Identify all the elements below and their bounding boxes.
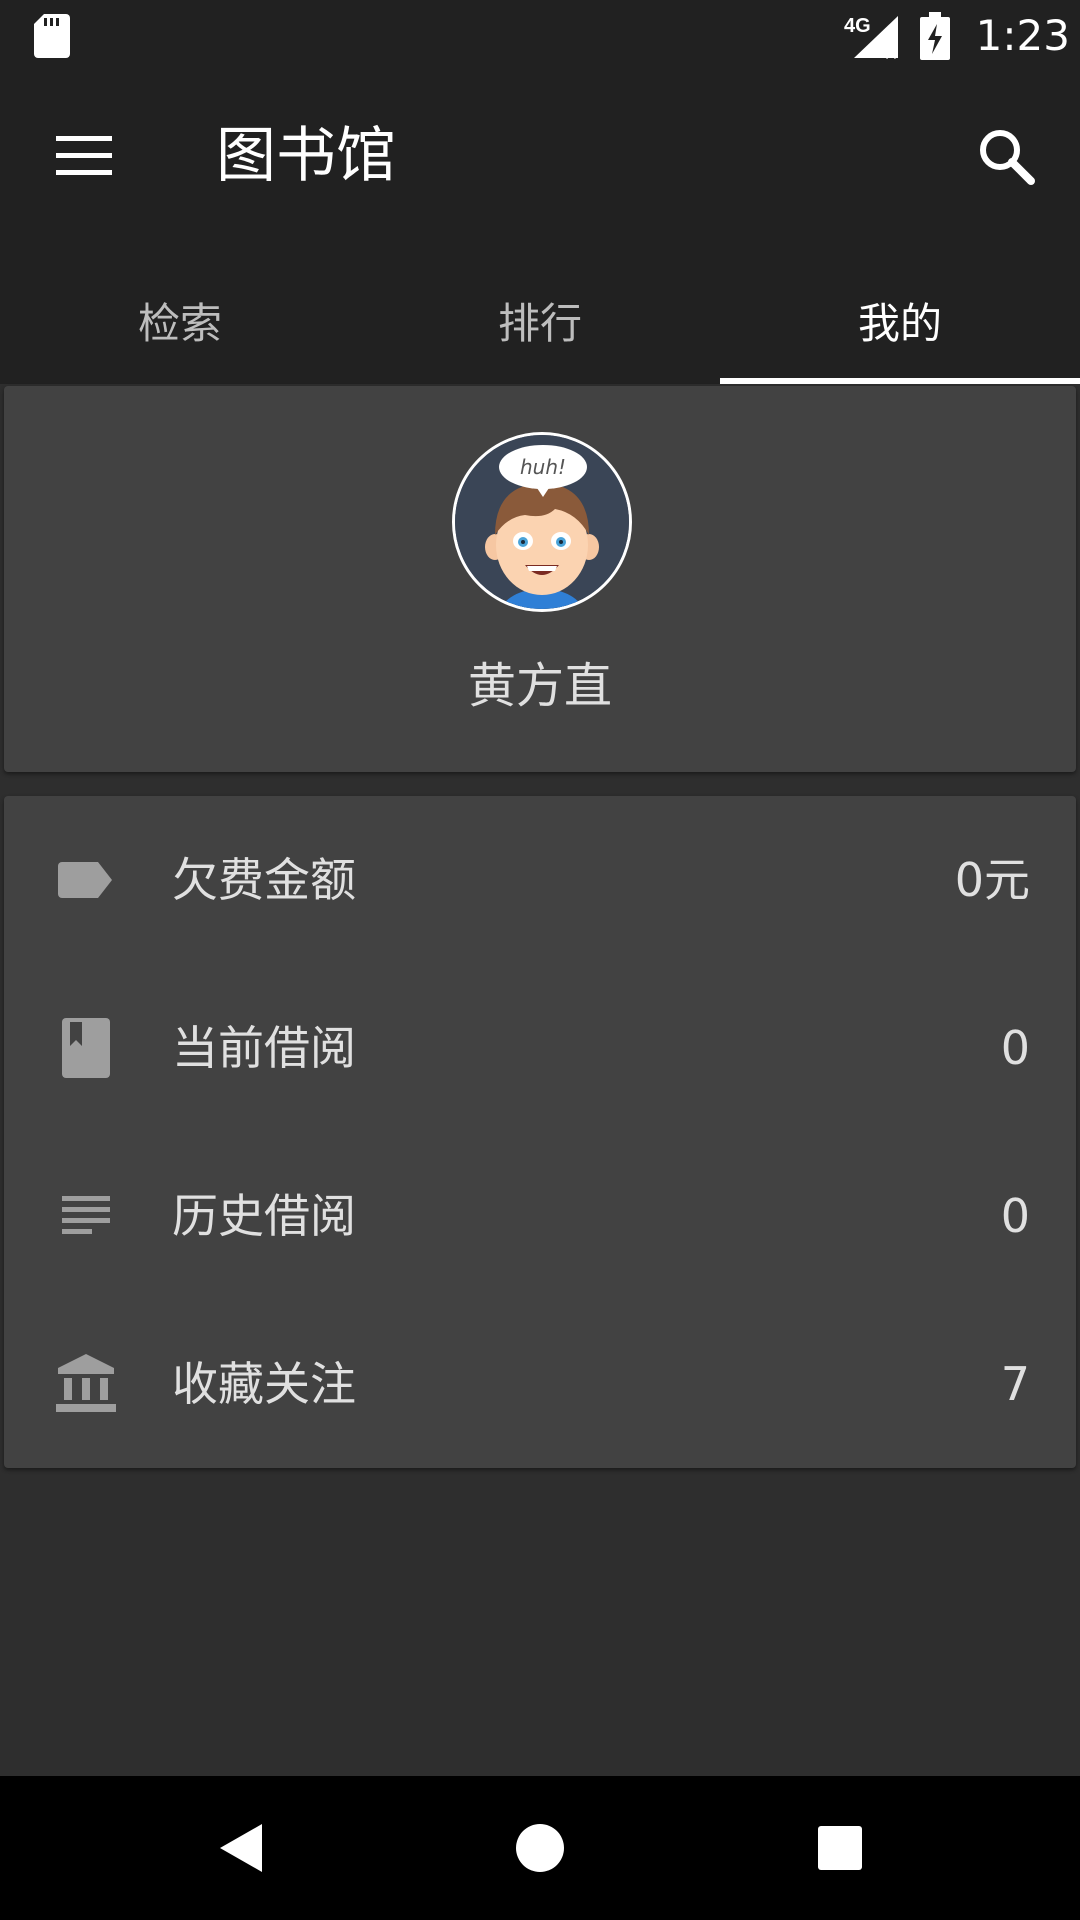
tab-ranking[interactable]: 排行 bbox=[360, 264, 720, 384]
back-icon[interactable] bbox=[210, 1818, 270, 1878]
current-borrow-label: 当前借阅 bbox=[172, 1021, 356, 1075]
signal-icon: 4G bbox=[844, 15, 898, 60]
menu-icon[interactable] bbox=[56, 132, 112, 180]
history-borrow-label: 历史借阅 bbox=[172, 1189, 356, 1243]
favorites-value: 7 bbox=[1000, 1357, 1030, 1411]
avatar-bubble-text: huh! bbox=[520, 455, 566, 479]
sd-card-icon bbox=[34, 14, 70, 58]
tab-search[interactable]: 检索 bbox=[0, 264, 360, 384]
profile-card: huh! 黄方直 bbox=[4, 386, 1076, 772]
system-nav-bar bbox=[0, 1776, 1080, 1920]
status-time: 1:23 bbox=[975, 11, 1070, 60]
history-borrow-value: 0 bbox=[1000, 1189, 1030, 1243]
avatar[interactable]: huh! bbox=[452, 432, 632, 612]
page-title: 图书馆 bbox=[216, 121, 396, 191]
status-bar: 4G 1:23 bbox=[0, 0, 1080, 72]
library-building-icon bbox=[56, 1354, 116, 1412]
network-type: 4G bbox=[844, 15, 871, 37]
book-bookmark-icon bbox=[62, 1018, 110, 1078]
current-borrow-value: 0 bbox=[1000, 1021, 1030, 1075]
stats-card: 欠费金额 0元 当前借阅 0 历史借阅 0 收藏关注 7 bbox=[4, 796, 1076, 1468]
tab-mine[interactable]: 我的 bbox=[720, 264, 1080, 384]
list-item-fees[interactable]: 欠费金额 0元 bbox=[4, 796, 1076, 964]
tab-bar: 检索 排行 我的 bbox=[0, 264, 1080, 384]
list-item-current-borrow[interactable]: 当前借阅 0 bbox=[4, 964, 1076, 1132]
label-tag-icon bbox=[58, 862, 112, 898]
list-item-history-borrow[interactable]: 历史借阅 0 bbox=[4, 1132, 1076, 1300]
user-name: 黄方直 bbox=[467, 658, 612, 714]
battery-charging-icon bbox=[920, 12, 950, 60]
search-icon[interactable] bbox=[976, 126, 1036, 186]
favorites-label: 收藏关注 bbox=[172, 1357, 356, 1411]
app-bar: 图书馆 检索 排行 我的 bbox=[0, 72, 1080, 384]
fees-label: 欠费金额 bbox=[172, 853, 356, 907]
fees-value: 0元 bbox=[954, 853, 1030, 907]
home-icon[interactable] bbox=[510, 1818, 570, 1878]
lines-list-icon bbox=[62, 1196, 110, 1234]
list-item-favorites[interactable]: 收藏关注 7 bbox=[4, 1300, 1076, 1468]
recents-icon[interactable] bbox=[810, 1818, 870, 1878]
avatar-cartoon-boy-icon: huh! bbox=[455, 435, 629, 609]
